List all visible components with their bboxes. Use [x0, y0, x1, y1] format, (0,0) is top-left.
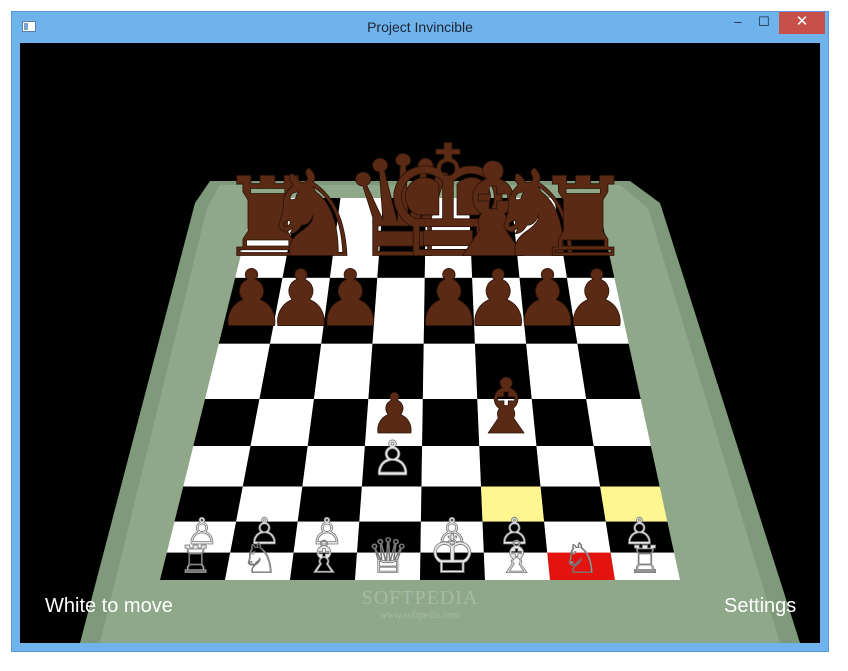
square-c4[interactable] [302, 445, 365, 487]
title-bar[interactable]: Project Invincible ‒ ☐ ✕ [12, 12, 828, 43]
watermark-url: www.softpedia.com [380, 610, 460, 621]
square-b5[interactable] [250, 398, 314, 446]
settings-button[interactable]: Settings [724, 595, 796, 618]
square-g5[interactable] [531, 398, 594, 446]
square-g4[interactable] [536, 445, 601, 487]
white-knight-g1[interactable]: ♘ [562, 534, 600, 583]
watermark: SOFTPEDIA www.softpedia.com [350, 587, 490, 621]
white-bishop-f1[interactable]: ♗ [496, 532, 537, 584]
square-c6[interactable] [313, 343, 373, 399]
minimize-button[interactable]: ‒ [725, 12, 751, 34]
close-button[interactable]: ✕ [779, 12, 825, 34]
square-g3[interactable] [540, 486, 606, 522]
black-pawn-h7[interactable]: ♟ [561, 253, 632, 345]
square-e5[interactable] [422, 398, 480, 446]
white-king-e1[interactable]: ♔ [428, 523, 477, 586]
app-window: Project Invincible ‒ ☐ ✕ ♜ ♞ ♛ ♚ ♝ ♞ ♜ ♟ ♟ ♟ ♟ ♟ ♟ ♟ ♟… [11, 11, 829, 652]
white-pawn-d4[interactable]: ♙ [371, 431, 415, 488]
maximize-button[interactable]: ☐ [751, 12, 777, 34]
turn-status: White to move [45, 595, 173, 617]
game-viewport[interactable]: ♜ ♞ ♛ ♚ ♝ ♞ ♜ ♟ ♟ ♟ ♟ ♟ ♟ ♟ ♟ ♝ ♙ ♙ ♙ ♙ ♙ ♙ ♙ ♖ ♘ ♗ ♕ ♔ ♗ ♘ ♖ SOFTPEDI… [20, 43, 820, 643]
square-e6[interactable] [422, 343, 478, 399]
square-h5[interactable] [586, 398, 651, 446]
white-rook-h1[interactable]: ♖ [628, 537, 663, 582]
square-a4[interactable] [183, 445, 251, 487]
square-h4[interactable] [593, 445, 660, 487]
square-f4[interactable] [479, 445, 541, 487]
watermark-logo: SOFTPEDIA [361, 587, 479, 609]
white-rook-a1[interactable]: ♖ [178, 537, 213, 582]
square-c5[interactable] [307, 398, 369, 446]
square-b6[interactable] [259, 343, 322, 399]
white-queen-d1[interactable]: ♕ [366, 529, 410, 585]
square-e4[interactable] [421, 445, 482, 487]
white-knight-b1[interactable]: ♘ [241, 534, 279, 583]
chess-board-3d[interactable]: ♜♞♛♚♝♞♜♟♟♟ ♟♟♟♟♟ ♝♙♙ ♙ ♙ ♙ ♙ ♙♖ ♘ ♗ ♕ ♔ ♗ ♘ ♖ [20, 43, 820, 643]
black-bishop-f5[interactable]: ♝ [472, 362, 541, 452]
square-d3[interactable] [359, 486, 422, 522]
white-bishop-c1[interactable]: ♗ [304, 532, 345, 584]
black-pawn-c7[interactable]: ♟ [315, 253, 386, 345]
window-title: Project Invincible [367, 19, 473, 35]
square-b4[interactable] [242, 445, 308, 487]
